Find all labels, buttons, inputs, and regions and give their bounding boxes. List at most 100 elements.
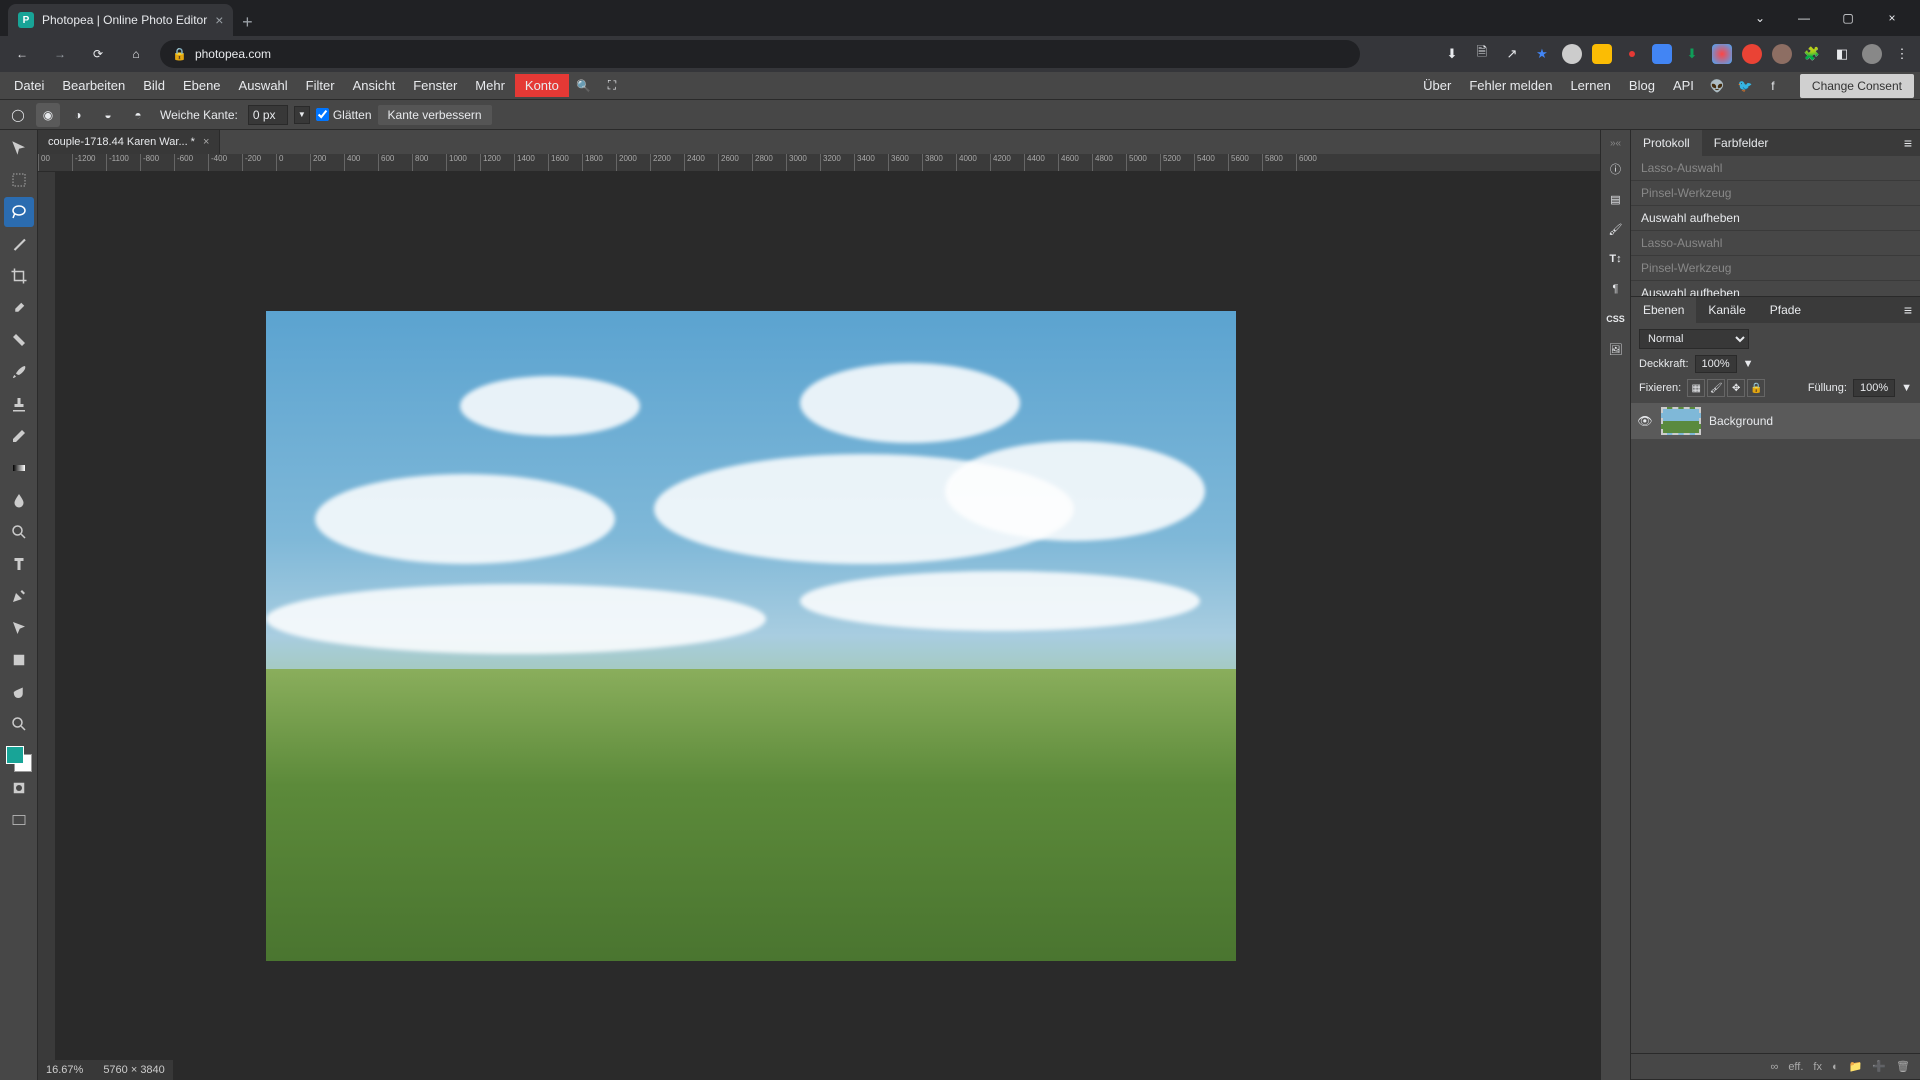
layer-row[interactable]: 👁 Background [1631, 403, 1920, 439]
new-layer-icon[interactable]: ➕ [1872, 1060, 1886, 1073]
extensions-icon[interactable]: 🧩 [1802, 44, 1822, 64]
ext-icon-5[interactable]: ⬇ [1682, 44, 1702, 64]
layer-name[interactable]: Background [1709, 414, 1773, 428]
brush-panel-icon[interactable]: 🖌 [1604, 217, 1628, 241]
character-panel-icon[interactable]: T↕ [1604, 247, 1628, 271]
menu-ansicht[interactable]: Ansicht [345, 74, 404, 97]
ext-icon-7[interactable] [1742, 44, 1762, 64]
history-item[interactable]: Pinsel-Werkzeug [1631, 256, 1920, 281]
close-window-icon[interactable]: × [1872, 4, 1912, 32]
menu-bild[interactable]: Bild [135, 74, 173, 97]
profile-avatar[interactable] [1862, 44, 1882, 64]
css-panel-icon[interactable]: CSS [1604, 307, 1628, 331]
menu-fehler[interactable]: Fehler melden [1461, 74, 1560, 97]
home-button[interactable]: ⌂ [122, 40, 150, 68]
history-item[interactable]: Lasso-Auswahl [1631, 156, 1920, 181]
lock-all-icon[interactable]: 🔒 [1747, 379, 1765, 397]
menu-api[interactable]: API [1665, 74, 1702, 97]
change-consent-button[interactable]: Change Consent [1800, 74, 1914, 98]
ext-icon-6[interactable] [1712, 44, 1732, 64]
wand-tool[interactable] [4, 229, 34, 259]
chevron-down-icon[interactable]: ⌄ [1740, 4, 1780, 32]
menu-auswahl[interactable]: Auswahl [231, 74, 296, 97]
gradient-tool[interactable] [4, 453, 34, 483]
menu-blog[interactable]: Blog [1621, 74, 1663, 97]
document-close-icon[interactable]: × [203, 136, 209, 148]
selection-intersect-icon[interactable]: ◒ [96, 103, 120, 127]
selection-subtract-icon[interactable]: ◑ [66, 103, 90, 127]
menu-konto[interactable]: Konto [515, 74, 569, 97]
opacity-value[interactable]: 100% [1695, 355, 1737, 373]
feather-dropdown[interactable]: ▼ [294, 106, 310, 124]
maximize-icon[interactable]: ▢ [1828, 4, 1868, 32]
layers-panel-menu[interactable]: ≡ [1896, 302, 1920, 318]
ext-icon-4[interactable] [1652, 44, 1672, 64]
smooth-check-input[interactable] [316, 108, 329, 121]
reddit-icon[interactable]: 👽 [1704, 73, 1730, 99]
back-button[interactable]: ← [8, 40, 36, 68]
menu-mehr[interactable]: Mehr [467, 74, 513, 97]
zoom-tool[interactable] [4, 709, 34, 739]
fill-dropdown-icon[interactable]: ▼ [1901, 382, 1912, 394]
ext-icon-2[interactable] [1592, 44, 1612, 64]
shape-tool[interactable] [4, 645, 34, 675]
close-tab-icon[interactable]: × [215, 12, 223, 28]
minimize-icon[interactable]: — [1784, 4, 1824, 32]
layer-visibility-icon[interactable]: 👁 [1637, 413, 1653, 429]
selection-add-icon[interactable]: ◉ [36, 103, 60, 127]
menu-icon[interactable]: ⋮ [1892, 44, 1912, 64]
menu-uber[interactable]: Über [1415, 74, 1459, 97]
eyedropper-tool[interactable] [4, 293, 34, 323]
sidepanel-icon[interactable]: ◧ [1832, 44, 1852, 64]
reader-icon[interactable]: 🗎 [1472, 44, 1492, 64]
tab-farbfelder[interactable]: Farbfelder [1702, 130, 1781, 156]
marquee-tool[interactable] [4, 165, 34, 195]
trash-icon[interactable]: 🗑 [1896, 1060, 1910, 1073]
layer-thumbnail[interactable] [1661, 407, 1701, 435]
tab-ebenen[interactable]: Ebenen [1631, 297, 1696, 323]
history-item[interactable]: Auswahl aufheben [1631, 206, 1920, 231]
menu-ebene[interactable]: Ebene [175, 74, 229, 97]
menu-fenster[interactable]: Fenster [405, 74, 465, 97]
smooth-checkbox[interactable]: Glätten [316, 108, 372, 122]
ext-icon-8[interactable] [1772, 44, 1792, 64]
ext-icon-3[interactable] [1629, 51, 1635, 57]
pen-tool[interactable] [4, 581, 34, 611]
opacity-dropdown-icon[interactable]: ▼ [1743, 358, 1754, 370]
history-panel-menu[interactable]: ≡ [1896, 135, 1920, 151]
ext-icon-1[interactable] [1562, 44, 1582, 64]
reload-button[interactable]: ⟳ [84, 40, 112, 68]
share-icon[interactable]: ↗ [1502, 44, 1522, 64]
selection-xor-icon[interactable]: ◓ [126, 103, 150, 127]
image-panel-icon[interactable]: 🖼 [1604, 337, 1628, 361]
link-layers-icon[interactable]: ∞ [1770, 1061, 1778, 1073]
brush-tool[interactable] [4, 357, 34, 387]
twitter-icon[interactable]: 🐦 [1732, 73, 1758, 99]
tab-protokoll[interactable]: Protokoll [1631, 130, 1702, 156]
paragraph-panel-icon[interactable]: ¶ [1604, 277, 1628, 301]
document-tab[interactable]: couple-1718.44 Karen War... * × [38, 130, 220, 154]
effects-icon[interactable]: eff. [1788, 1061, 1803, 1073]
feather-input[interactable] [248, 105, 288, 125]
tab-kanale[interactable]: Kanäle [1696, 297, 1757, 323]
lock-transparency-icon[interactable]: ▦ [1687, 379, 1705, 397]
menu-filter[interactable]: Filter [298, 74, 343, 97]
hand-tool[interactable] [4, 677, 34, 707]
browser-tab[interactable]: P Photopea | Online Photo Editor × [8, 4, 233, 36]
crop-tool[interactable] [4, 261, 34, 291]
install-icon[interactable]: ⬇ [1442, 44, 1462, 64]
stamp-tool[interactable] [4, 389, 34, 419]
screenmode-tool[interactable] [4, 805, 34, 835]
history-item[interactable]: Pinsel-Werkzeug [1631, 181, 1920, 206]
heal-tool[interactable] [4, 325, 34, 355]
history-item[interactable]: Lasso-Auswahl [1631, 231, 1920, 256]
forward-button[interactable]: → [46, 40, 74, 68]
menu-datei[interactable]: Datei [6, 74, 52, 97]
quickmask-tool[interactable] [4, 773, 34, 803]
lock-pixels-icon[interactable]: 🖌 [1707, 379, 1725, 397]
new-tab-button[interactable]: + [233, 8, 261, 36]
path-select-tool[interactable] [4, 613, 34, 643]
folder-icon[interactable]: 📁 [1849, 1060, 1863, 1073]
eraser-tool[interactable] [4, 421, 34, 451]
swatches-panel-icon[interactable]: ▤ [1604, 187, 1628, 211]
